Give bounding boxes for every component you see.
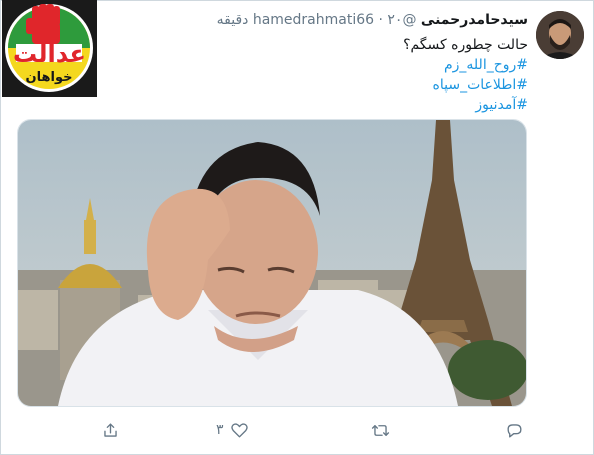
reply-button[interactable] [505, 420, 530, 440]
photo-image [18, 120, 526, 406]
retweet-icon [371, 424, 390, 436]
tweet-header: سیدحامدرحمنی @hamedrahmati66 · ۲۰ دقیقه [217, 12, 528, 28]
logo: عدالت خواهان [2, 0, 97, 97]
avatar-image [536, 11, 584, 59]
like-count: ۳ [216, 422, 224, 438]
like-button[interactable]: ۳ [216, 420, 249, 440]
tweet-body: حالت چطوره کسگم؟ #روح_الله_زم #اطلاعات_س… [403, 35, 528, 115]
tweet-text: حالت چطوره کسگم؟ [403, 37, 528, 53]
share-icon [104, 422, 117, 437]
retweet-button[interactable] [371, 420, 396, 440]
share-button[interactable] [101, 420, 126, 440]
logo-word-sub: خواهان [25, 70, 73, 85]
hashtag-link[interactable]: #آمدنیوز [403, 95, 528, 115]
hashtag-link[interactable]: #اطلاعات_سپاه [403, 75, 528, 95]
reply-icon [507, 423, 522, 438]
hashtag-link[interactable]: #روح_الله_زم [403, 55, 528, 75]
like-icon [230, 422, 248, 438]
separator-dot: · [378, 12, 383, 28]
avatar[interactable] [536, 11, 584, 59]
author-name[interactable]: سیدحامدرحمنی [421, 12, 528, 28]
tweet-media-photo[interactable] [17, 119, 527, 407]
logo-word-main: عدالت [13, 40, 86, 68]
